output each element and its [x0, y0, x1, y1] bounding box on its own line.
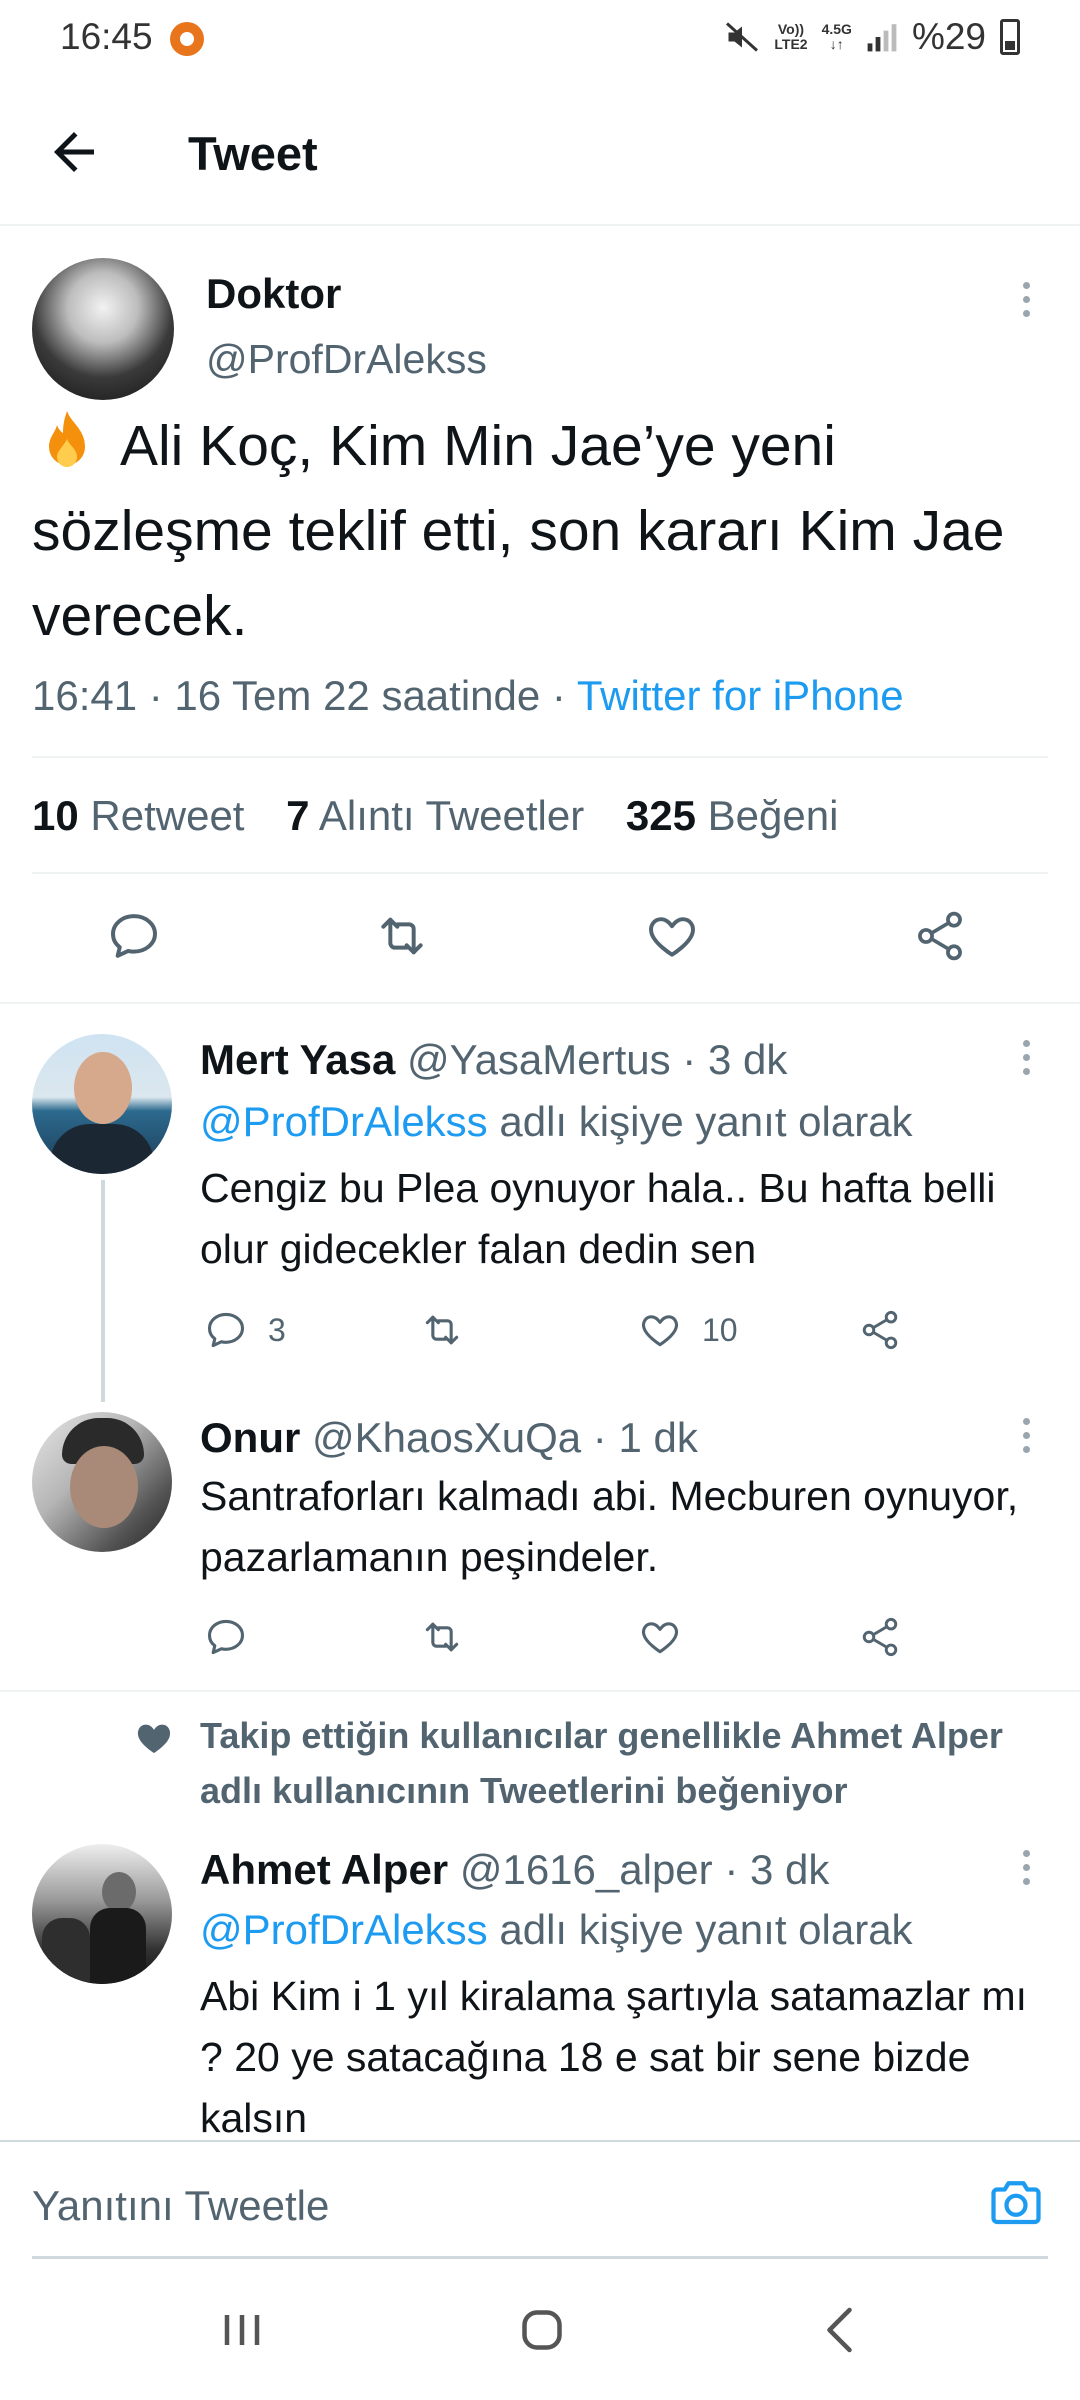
- reply-icon[interactable]: [204, 1308, 248, 1352]
- reply-header: Ahmet Alper @1616_alper · 3 dk: [200, 1846, 829, 1894]
- compose-underline: [32, 2256, 1048, 2259]
- retweet-action[interactable]: [420, 1612, 464, 1662]
- back-arrow-icon[interactable]: [44, 122, 104, 182]
- system-nav-bar: [0, 2260, 1080, 2400]
- battery-percent: %29: [911, 16, 986, 57]
- app-header: Tweet: [0, 78, 1080, 226]
- reply-text: Santraforları kalmadı abi. Mecburen oynu…: [200, 1473, 1019, 1580]
- volte-indicator: Vo)) LTE2: [774, 21, 808, 52]
- reply-header: Onur @KhaosXuQa · 1 dk: [200, 1414, 698, 1462]
- reply-input[interactable]: Yanıtını Tweetle: [32, 2182, 329, 2230]
- network-indicator: 4.5G ↓↑: [821, 21, 852, 52]
- reply-author-name[interactable]: Onur: [200, 1414, 300, 1461]
- tweet-meta: 16:41 · 16 Tem 22 saatinde · Twitter for…: [32, 672, 904, 720]
- divider: [32, 872, 1048, 874]
- like-action[interactable]: [638, 1612, 682, 1662]
- reply-avatar[interactable]: [32, 1844, 172, 1984]
- divider: [0, 1690, 1080, 1692]
- status-time: 16:45: [60, 16, 153, 57]
- recent-apps-icon[interactable]: [212, 2300, 272, 2360]
- reply-author-handle[interactable]: @1616_alper · 3 dk: [460, 1846, 830, 1893]
- divider: [32, 756, 1048, 758]
- reply-text: Cengiz bu Plea oynuyor hala.. Bu hafta b…: [200, 1165, 996, 1272]
- share-action[interactable]: [858, 1612, 902, 1662]
- retweet-icon[interactable]: [374, 908, 430, 964]
- reply-action[interactable]: 3: [204, 1305, 286, 1355]
- share-icon[interactable]: [858, 1308, 902, 1352]
- reply-author-name[interactable]: Mert Yasa: [200, 1036, 395, 1083]
- reply-action[interactable]: [204, 1612, 248, 1662]
- tweet-source-link[interactable]: Twitter for iPhone: [577, 672, 904, 719]
- like-icon[interactable]: [644, 908, 700, 964]
- tweet-body: Ali Koç, Kim Min Jae’ye yeni sözleşme te…: [32, 414, 1005, 648]
- author-avatar[interactable]: [32, 258, 174, 400]
- compose-bar: Yanıtını Tweetle: [0, 2140, 1080, 2260]
- replying-to: @ProfDrAlekss adlı kişiye yanıt olarak: [200, 1098, 913, 1145]
- reply-author-handle[interactable]: @YasaMertus · 3 dk: [407, 1036, 787, 1083]
- divider: [0, 1002, 1080, 1004]
- more-options-icon[interactable]: [1020, 1040, 1032, 1080]
- reply-avatar[interactable]: [32, 1412, 172, 1552]
- replying-to-link[interactable]: @ProfDrAlekss: [200, 1098, 488, 1145]
- like-action[interactable]: 10: [638, 1305, 738, 1355]
- signal-icon: [867, 24, 897, 52]
- retweets-stat[interactable]: 10 Retweet: [32, 792, 244, 839]
- tweet-stats: 10 Retweet 7 Alıntı Tweetler 325 Beğeni: [32, 792, 838, 840]
- quotes-stat[interactable]: 7 Alıntı Tweetler: [286, 792, 584, 839]
- reply-author-name[interactable]: Ahmet Alper: [200, 1846, 448, 1893]
- reply-icon[interactable]: [204, 1615, 248, 1659]
- screen-record-icon: [170, 22, 204, 56]
- heart-filled-icon: [137, 1724, 171, 1753]
- replying-to: @ProfDrAlekss adlı kişiye yanıt olarak: [200, 1906, 913, 1953]
- more-options-icon[interactable]: [1020, 282, 1032, 322]
- thread-line: [101, 1180, 105, 1402]
- reply-text: Abi Kim i 1 yıl kiralama şartıyla satama…: [200, 1973, 1028, 2141]
- reply-avatar[interactable]: [32, 1034, 172, 1174]
- replying-to-link[interactable]: @ProfDrAlekss: [200, 1906, 488, 1953]
- tweet-actions: [0, 908, 1080, 978]
- retweet-icon[interactable]: [420, 1615, 464, 1659]
- like-count: 10: [702, 1311, 738, 1348]
- reply-header: Mert Yasa @YasaMertus · 3 dk: [200, 1036, 787, 1084]
- home-icon[interactable]: [512, 2300, 572, 2360]
- retweet-action[interactable]: [420, 1305, 464, 1355]
- likes-stat[interactable]: 325 Beğeni: [626, 792, 839, 839]
- status-bar: 16:45 Vo)) LTE2 4.5G ↓↑ %29: [0, 0, 1080, 78]
- page-title: Tweet: [188, 127, 318, 180]
- tweet-timestamp: 16:41 · 16 Tem 22 saatinde ·: [32, 672, 577, 719]
- back-nav-icon[interactable]: [812, 2300, 872, 2360]
- fire-emoji-icon: [49, 411, 85, 467]
- tweet-text: Ali Koç, Kim Min Jae’ye yeni sözleşme te…: [32, 404, 1052, 659]
- reply-count: 3: [268, 1311, 286, 1348]
- mute-icon: [726, 22, 759, 52]
- share-icon[interactable]: [858, 1615, 902, 1659]
- social-context[interactable]: Takip ettiğin kullanıcılar genellikle Ah…: [200, 1708, 1060, 1818]
- share-action[interactable]: [858, 1305, 902, 1355]
- battery-icon: [1000, 19, 1020, 55]
- status-icons: Vo)) LTE2 4.5G ↓↑ %29: [724, 16, 1020, 58]
- author-handle[interactable]: @ProfDrAlekss: [206, 336, 487, 383]
- like-icon[interactable]: [638, 1615, 682, 1659]
- camera-icon[interactable]: [986, 2172, 1046, 2232]
- share-icon[interactable]: [912, 908, 968, 964]
- more-options-icon[interactable]: [1020, 1850, 1032, 1890]
- retweet-icon[interactable]: [420, 1308, 464, 1352]
- author-name[interactable]: Doktor: [206, 270, 341, 318]
- more-options-icon[interactable]: [1020, 1418, 1032, 1458]
- like-icon[interactable]: [638, 1308, 682, 1352]
- reply-icon[interactable]: [106, 908, 162, 964]
- reply-author-handle[interactable]: @KhaosXuQa · 1 dk: [312, 1414, 698, 1461]
